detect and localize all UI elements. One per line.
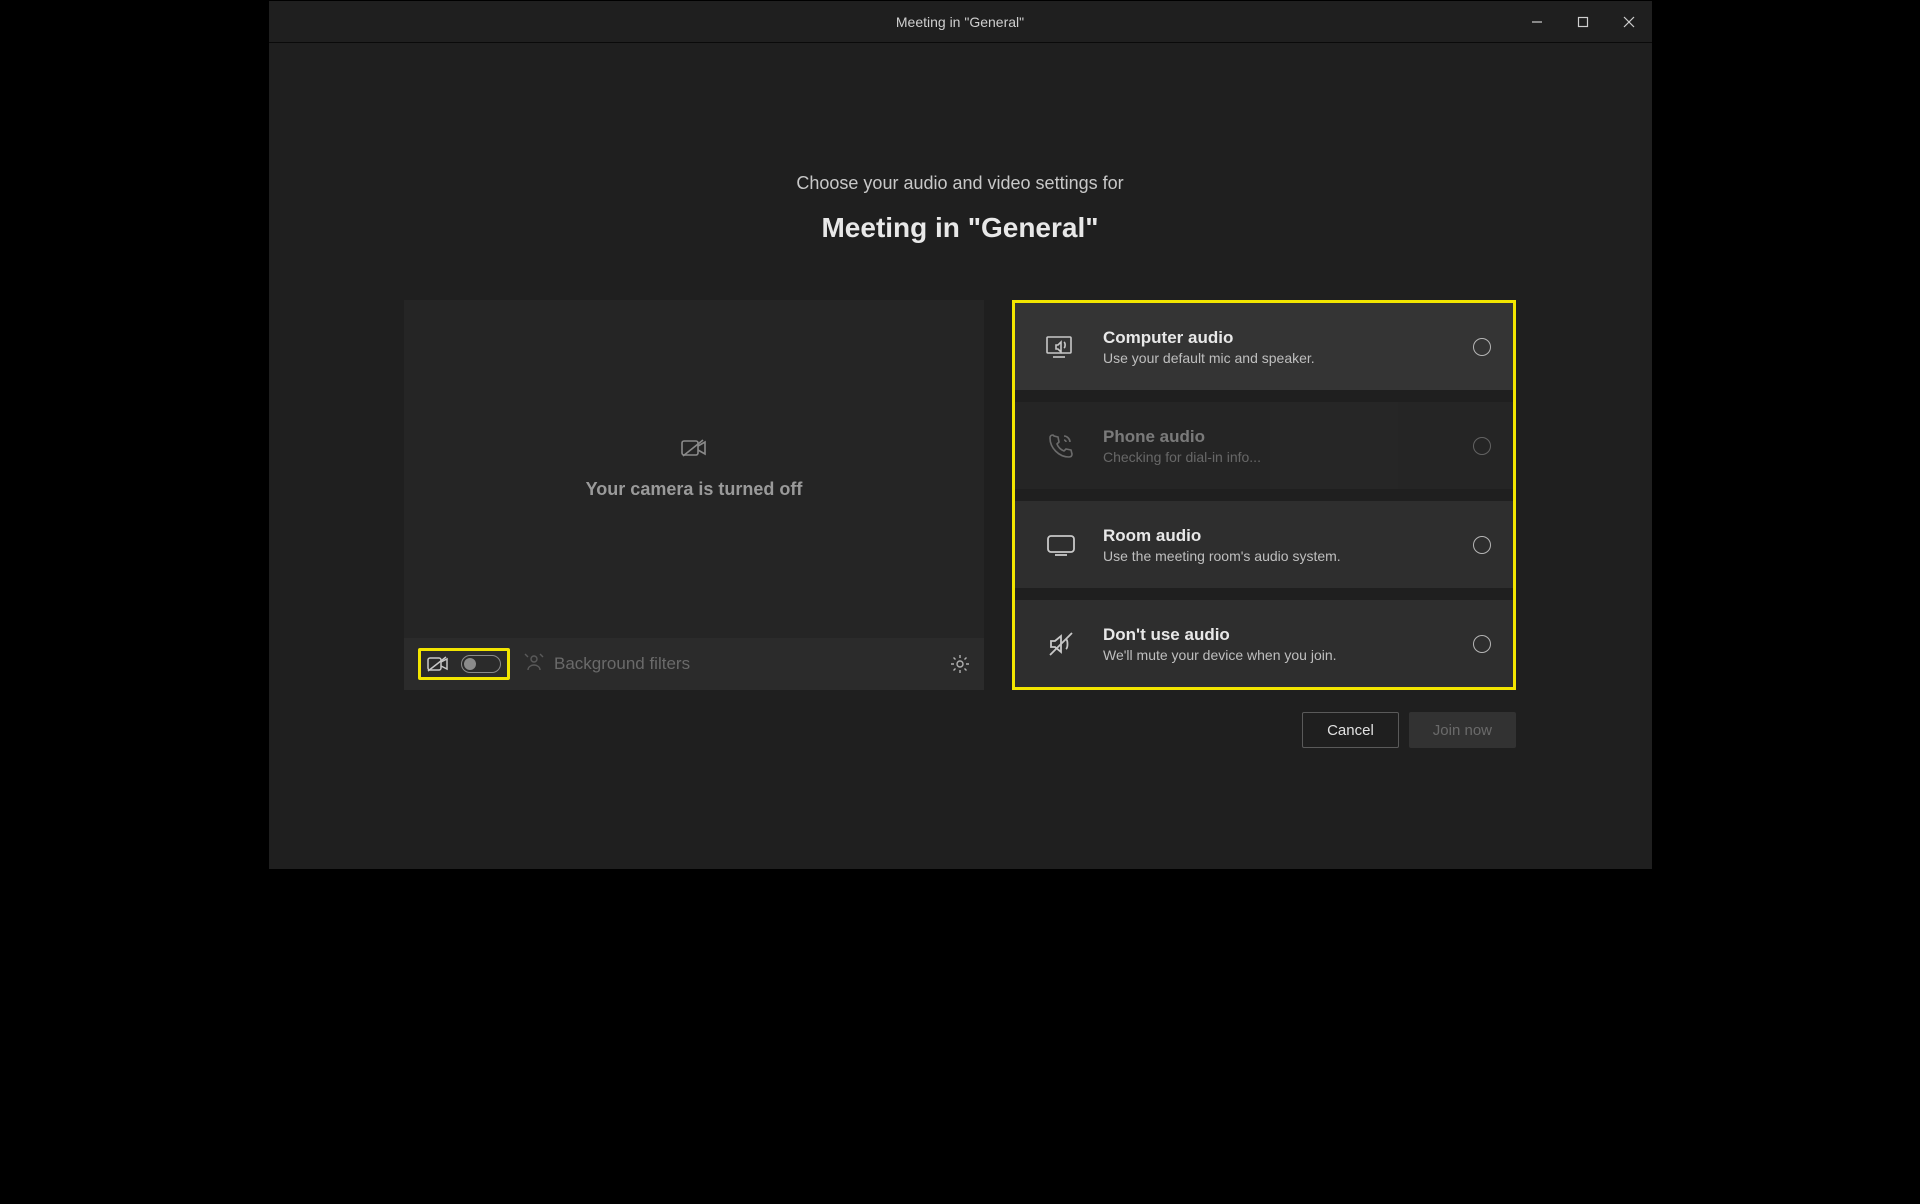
camera-panel: Your camera is turned off [404, 300, 984, 690]
computer-audio-icon [1043, 329, 1079, 365]
pre-join-window: Meeting in "General" Choose your audio a… [268, 0, 1653, 870]
background-filters-label: Background filters [554, 654, 690, 674]
option-desc: We'll mute your device when you join. [1103, 647, 1473, 663]
cancel-button[interactable]: Cancel [1302, 712, 1399, 748]
background-filters-button[interactable]: Background filters [524, 652, 690, 677]
option-desc: Use the meeting room's audio system. [1103, 548, 1473, 564]
camera-toggle[interactable] [461, 655, 501, 673]
radio-indicator [1473, 437, 1491, 455]
option-title: Phone audio [1103, 427, 1473, 447]
minimize-button[interactable] [1514, 1, 1560, 42]
close-button[interactable] [1606, 1, 1652, 42]
room-audio-icon [1043, 527, 1079, 563]
camera-off-text: Your camera is turned off [586, 479, 803, 500]
radio-indicator [1473, 536, 1491, 554]
option-desc: Checking for dial-in info... [1103, 449, 1473, 465]
window-title: Meeting in "General" [269, 14, 1652, 30]
camera-toggle-group [418, 648, 510, 680]
background-effects-icon [524, 652, 544, 677]
settings-panels: Your camera is turned off [404, 300, 1516, 690]
option-title: Don't use audio [1103, 625, 1473, 645]
window-controls [1514, 1, 1652, 42]
action-row: Cancel Join now [404, 712, 1516, 748]
camera-toolbar: Background filters [404, 638, 984, 690]
camera-off-icon [681, 438, 707, 463]
content-area: Choose your audio and video settings for… [269, 43, 1652, 869]
audio-option-room[interactable]: Room audio Use the meeting room's audio … [1015, 501, 1513, 588]
no-audio-icon [1043, 626, 1079, 662]
option-title: Room audio [1103, 526, 1473, 546]
toggle-knob [464, 658, 476, 670]
option-text: Phone audio Checking for dial-in info... [1103, 427, 1473, 465]
meeting-name-heading: Meeting in "General" [821, 212, 1098, 244]
option-text: Computer audio Use your default mic and … [1103, 328, 1473, 366]
camera-icon [427, 656, 449, 672]
option-text: Room audio Use the meeting room's audio … [1103, 526, 1473, 564]
option-desc: Use your default mic and speaker. [1103, 350, 1473, 366]
audio-options-panel: Computer audio Use your default mic and … [1012, 300, 1516, 690]
device-settings-button[interactable] [950, 654, 970, 674]
option-text: Don't use audio We'll mute your device w… [1103, 625, 1473, 663]
audio-option-phone: Phone audio Checking for dial-in info... [1015, 402, 1513, 489]
option-title: Computer audio [1103, 328, 1473, 348]
prompt-text: Choose your audio and video settings for [796, 173, 1123, 194]
radio-indicator [1473, 338, 1491, 356]
audio-option-computer[interactable]: Computer audio Use your default mic and … [1015, 303, 1513, 390]
radio-indicator [1473, 635, 1491, 653]
join-now-button: Join now [1409, 712, 1516, 748]
titlebar: Meeting in "General" [269, 1, 1652, 43]
phone-audio-icon [1043, 428, 1079, 464]
camera-preview: Your camera is turned off [404, 300, 984, 638]
maximize-button[interactable] [1560, 1, 1606, 42]
audio-option-none[interactable]: Don't use audio We'll mute your device w… [1015, 600, 1513, 687]
